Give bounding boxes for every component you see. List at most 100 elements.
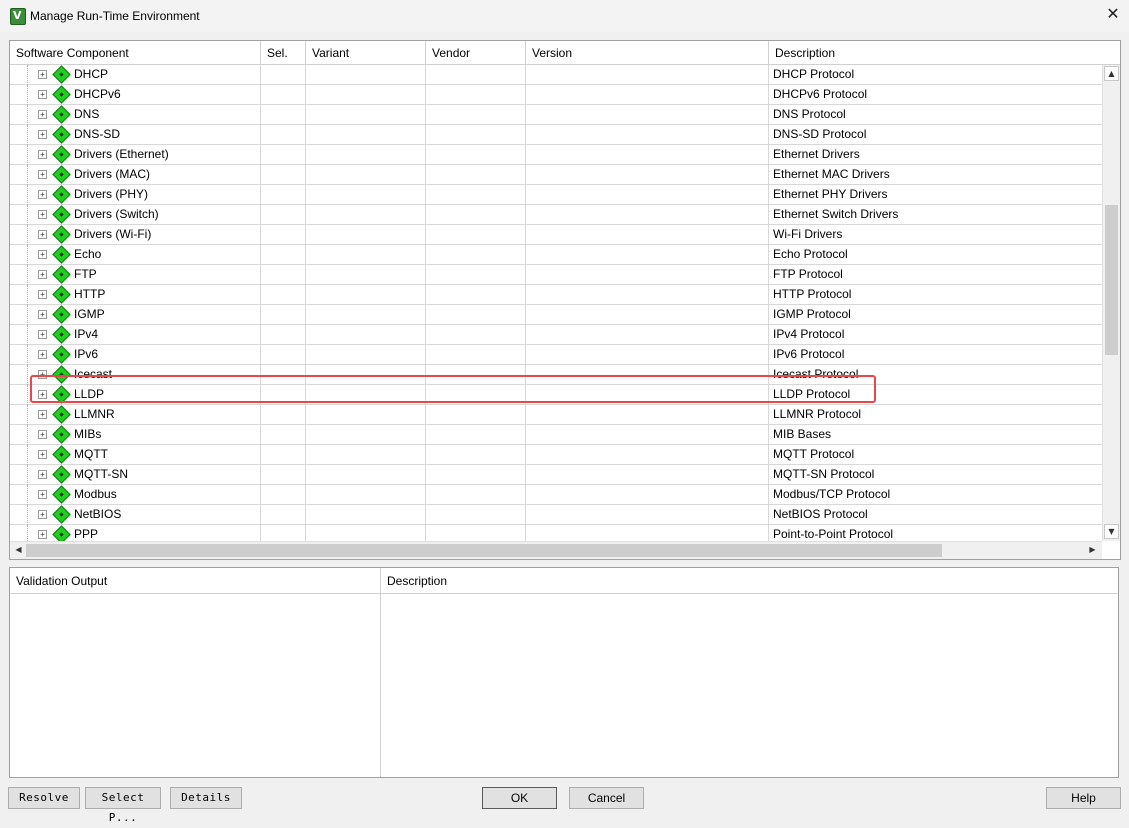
expand-icon[interactable]: + [38, 530, 47, 539]
description-label: Echo Protocol [773, 247, 848, 261]
expand-icon[interactable]: + [38, 310, 47, 319]
horizontal-scroll-thumb[interactable] [26, 544, 942, 557]
expand-icon[interactable]: + [38, 110, 47, 119]
expand-icon[interactable]: + [38, 250, 47, 259]
sel-cell[interactable] [261, 405, 306, 425]
resolve-button[interactable]: Resolve [8, 787, 80, 809]
table-row[interactable]: + DNS DNS Protocol [10, 105, 1102, 125]
scroll-right-icon[interactable]: ▶ [1085, 543, 1100, 558]
sel-cell[interactable] [261, 425, 306, 445]
expand-icon[interactable]: + [38, 290, 47, 299]
sel-cell[interactable] [261, 365, 306, 385]
vertical-scrollbar[interactable]: ▲ ▼ [1102, 65, 1120, 541]
table-row[interactable]: + DNS-SD DNS-SD Protocol [10, 125, 1102, 145]
table-row[interactable]: + DHCP DHCP Protocol [10, 65, 1102, 85]
column-header-variant[interactable]: Variant [306, 41, 426, 64]
sel-cell[interactable] [261, 65, 306, 85]
column-header-validation-description[interactable]: Description [381, 568, 447, 593]
cancel-button[interactable]: Cancel [569, 787, 644, 809]
sel-cell[interactable] [261, 145, 306, 165]
sel-cell[interactable] [261, 225, 306, 245]
table-row[interactable]: + PPP Point-to-Point Protocol [10, 525, 1102, 541]
expand-icon[interactable]: + [38, 230, 47, 239]
vertical-scroll-thumb[interactable] [1105, 205, 1118, 355]
expand-icon[interactable]: + [38, 90, 47, 99]
sel-cell[interactable] [261, 205, 306, 225]
table-row[interactable]: + IGMP IGMP Protocol [10, 305, 1102, 325]
table-row[interactable]: + FTP FTP Protocol [10, 265, 1102, 285]
expand-icon[interactable]: + [38, 170, 47, 179]
sel-cell[interactable] [261, 505, 306, 525]
table-row[interactable]: + DHCPv6 DHCPv6 Protocol [10, 85, 1102, 105]
sel-cell[interactable] [261, 525, 306, 541]
column-header-description[interactable]: Description [769, 41, 1120, 64]
scroll-down-icon[interactable]: ▼ [1104, 524, 1119, 539]
table-row[interactable]: + NetBIOS NetBIOS Protocol [10, 505, 1102, 525]
sel-cell[interactable] [261, 165, 306, 185]
expand-icon[interactable]: + [38, 150, 47, 159]
table-row[interactable]: + MIBs MIB Bases [10, 425, 1102, 445]
table-row[interactable]: + IPv4 IPv4 Protocol [10, 325, 1102, 345]
column-header-vendor[interactable]: Vendor [426, 41, 526, 64]
details-button[interactable]: Details [170, 787, 242, 809]
description-cell: IPv4 Protocol [769, 325, 1102, 345]
table-row[interactable]: + Icecast Icecast Protocol [10, 365, 1102, 385]
column-header-version[interactable]: Version [526, 41, 769, 64]
expand-icon[interactable]: + [38, 350, 47, 359]
table-row[interactable]: + Drivers (Switch) Ethernet Switch Drivers [10, 205, 1102, 225]
table-row[interactable]: + HTTP HTTP Protocol [10, 285, 1102, 305]
column-header-sel[interactable]: Sel. [261, 41, 306, 64]
expand-icon[interactable]: + [38, 430, 47, 439]
table-row[interactable]: + LLDP LLDP Protocol [10, 385, 1102, 405]
select-packs-button[interactable]: Select P... [85, 787, 161, 824]
sel-cell[interactable] [261, 385, 306, 405]
expand-icon[interactable]: + [38, 490, 47, 499]
tree-line [27, 405, 28, 425]
sel-cell[interactable] [261, 345, 306, 365]
expand-icon[interactable]: + [38, 470, 47, 479]
column-header-software-component[interactable]: Software Component [10, 41, 261, 64]
sel-cell[interactable] [261, 465, 306, 485]
sel-cell[interactable] [261, 485, 306, 505]
table-row[interactable]: + Drivers (Wi-Fi) Wi-Fi Drivers [10, 225, 1102, 245]
table-row[interactable]: + MQTT MQTT Protocol [10, 445, 1102, 465]
vendor-cell [426, 445, 526, 465]
sel-cell[interactable] [261, 185, 306, 205]
scroll-up-icon[interactable]: ▲ [1104, 66, 1119, 81]
expand-icon[interactable]: + [38, 510, 47, 519]
close-icon[interactable]: ✕ [1097, 0, 1129, 32]
column-header-validation-output[interactable]: Validation Output [10, 568, 107, 593]
ok-button[interactable]: OK [482, 787, 557, 809]
sel-cell[interactable] [261, 105, 306, 125]
expand-icon[interactable]: + [38, 370, 47, 379]
table-row[interactable]: + Drivers (Ethernet) Ethernet Drivers [10, 145, 1102, 165]
expand-icon[interactable]: + [38, 190, 47, 199]
sel-cell[interactable] [261, 445, 306, 465]
expand-icon[interactable]: + [38, 390, 47, 399]
expand-icon[interactable]: + [38, 210, 47, 219]
scroll-left-icon[interactable]: ◀ [11, 543, 26, 558]
table-row[interactable]: + LLMNR LLMNR Protocol [10, 405, 1102, 425]
help-button[interactable]: Help [1046, 787, 1121, 809]
sel-cell[interactable] [261, 305, 306, 325]
component-icon [52, 485, 71, 504]
table-row[interactable]: + Echo Echo Protocol [10, 245, 1102, 265]
table-row[interactable]: + Modbus Modbus/TCP Protocol [10, 485, 1102, 505]
sel-cell[interactable] [261, 125, 306, 145]
table-row[interactable]: + Drivers (MAC) Ethernet MAC Drivers [10, 165, 1102, 185]
table-row[interactable]: + Drivers (PHY) Ethernet PHY Drivers [10, 185, 1102, 205]
expand-icon[interactable]: + [38, 330, 47, 339]
sel-cell[interactable] [261, 325, 306, 345]
expand-icon[interactable]: + [38, 70, 47, 79]
horizontal-scrollbar[interactable]: ◀ ▶ [10, 541, 1102, 559]
expand-icon[interactable]: + [38, 270, 47, 279]
expand-icon[interactable]: + [38, 410, 47, 419]
sel-cell[interactable] [261, 85, 306, 105]
expand-icon[interactable]: + [38, 130, 47, 139]
sel-cell[interactable] [261, 245, 306, 265]
table-row[interactable]: + MQTT-SN MQTT-SN Protocol [10, 465, 1102, 485]
sel-cell[interactable] [261, 285, 306, 305]
expand-icon[interactable]: + [38, 450, 47, 459]
table-row[interactable]: + IPv6 IPv6 Protocol [10, 345, 1102, 365]
sel-cell[interactable] [261, 265, 306, 285]
